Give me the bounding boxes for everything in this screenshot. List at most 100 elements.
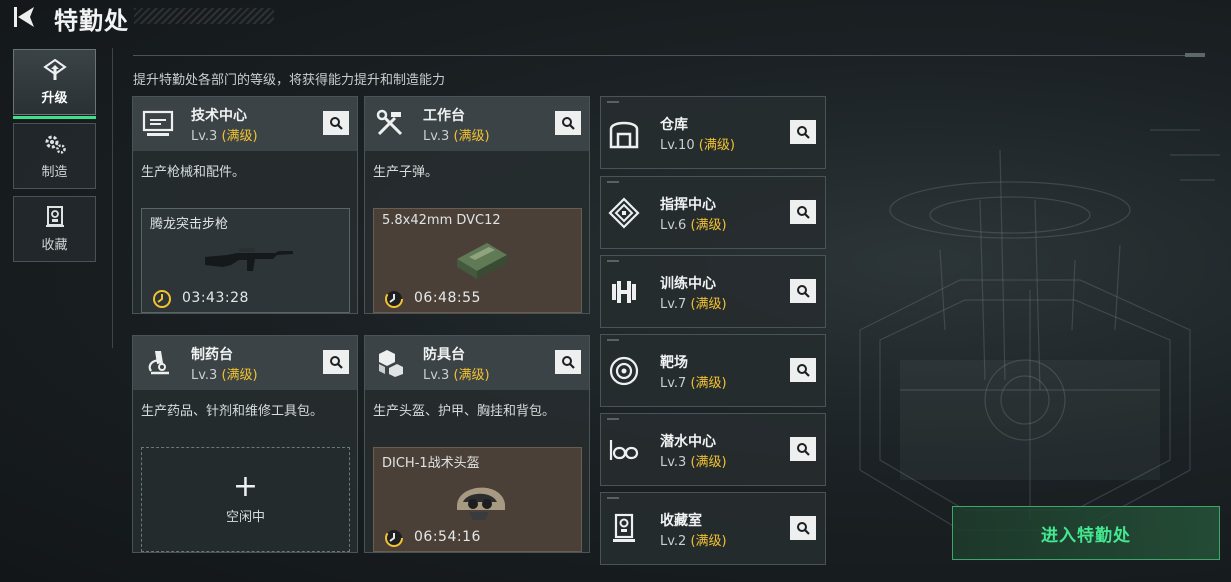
card-workbench[interactable]: 工作台 Lv.3 (满级) 生产子弹。 5.8x42mm DVC12 06:48…	[364, 96, 590, 314]
production-timer: 06:48:55	[414, 290, 481, 306]
search-icon	[797, 206, 810, 219]
facility-name: 指挥中心	[660, 197, 716, 213]
enter-base-button[interactable]: 进入特勤处	[952, 506, 1220, 560]
facility-warehouse[interactable]: 仓库 Lv.10 (满级)	[600, 96, 826, 169]
facility-level: Lv.3 (满级)	[660, 455, 727, 470]
search-icon	[330, 117, 343, 130]
facility-level: Lv.3 (满级)	[423, 368, 490, 383]
target-icon	[609, 356, 639, 386]
idle-label: 空闲中	[225, 510, 265, 525]
inspect-button[interactable]	[790, 120, 816, 144]
timer-icon	[385, 529, 403, 547]
search-icon	[797, 364, 810, 377]
card-header: 技术中心 Lv.3 (满级)	[133, 97, 357, 151]
search-icon	[797, 285, 810, 298]
inspect-button[interactable]	[323, 111, 349, 135]
card-tech-center[interactable]: 技术中心 Lv.3 (满级) 生产枪械和配件。 腾龙突击步枪 03:43:28	[132, 96, 358, 314]
facility-command-center[interactable]: 指挥中心 Lv.6 (满级)	[600, 176, 826, 249]
header-divider	[133, 55, 1205, 56]
facility-name: 防具台	[423, 347, 465, 363]
enter-base-label: 进入特勤处	[1041, 525, 1131, 546]
facility-name: 靶场	[660, 355, 688, 371]
facility-level: Lv.2 (满级)	[660, 534, 727, 549]
monitor-icon	[142, 110, 174, 136]
tab-collection-label: 收藏	[41, 237, 68, 253]
upgrade-icon	[42, 58, 67, 80]
inspect-button[interactable]	[790, 279, 816, 303]
trophy-case-icon	[613, 513, 635, 542]
card-header: 防具台 Lv.3 (满级)	[365, 336, 589, 390]
search-icon	[562, 117, 575, 130]
production-slot[interactable]: 腾龙突击步枪 03:43:28	[141, 208, 350, 313]
title-decoration	[134, 8, 274, 24]
helmet-image	[457, 487, 505, 520]
facility-name: 制药台	[191, 347, 233, 363]
facility-name: 工作台	[423, 108, 465, 124]
nav-divider	[112, 48, 113, 348]
tab-upgrade[interactable]: 升级	[13, 49, 96, 119]
facility-level: Lv.3 (满级)	[191, 129, 258, 144]
dumbbell-icon	[612, 281, 636, 303]
page-title: 特勤处	[54, 7, 129, 35]
production-slot[interactable]: 5.8x42mm DVC12 06:48:55	[373, 208, 582, 313]
search-icon	[797, 443, 810, 456]
card-armor-bench[interactable]: 防具台 Lv.3 (满级) 生产头盔、护甲、胸挂和背包。 DICH-1战术头盔 …	[364, 335, 590, 553]
production-item-name: 腾龙突击步枪	[150, 217, 229, 232]
tab-upgrade-label: 升级	[41, 90, 68, 106]
facility-description: 生产药品、针剂和维修工具包。	[141, 404, 324, 419]
facility-trophy-room[interactable]: 收藏室 Lv.2 (满级)	[600, 492, 826, 565]
facility-level: Lv.7 (满级)	[660, 297, 727, 312]
search-icon	[330, 356, 343, 369]
facility-name: 仓库	[660, 117, 688, 133]
inspect-button[interactable]	[790, 200, 816, 224]
tab-craft[interactable]: 制造	[13, 123, 96, 189]
facility-training-center[interactable]: 训练中心 Lv.7 (满级)	[600, 255, 826, 328]
armor-cubes-icon	[379, 350, 403, 377]
back-arrow-icon[interactable]	[12, 5, 40, 29]
header-divider-accent	[1185, 53, 1205, 57]
timer-icon	[153, 290, 171, 308]
card-pharmacy[interactable]: 制药台 Lv.3 (满级) 生产药品、针剂和维修工具包。 + 空闲中	[132, 335, 358, 553]
facility-diving-center[interactable]: 潜水中心 Lv.3 (满级)	[600, 413, 826, 486]
facility-name: 技术中心	[191, 108, 247, 124]
command-center-icon	[608, 197, 640, 229]
idle-production-slot[interactable]: + 空闲中	[141, 447, 350, 552]
facility-level: Lv.3 (满级)	[191, 368, 258, 383]
production-slot[interactable]: DICH-1战术头盔 06:54:16	[373, 447, 582, 552]
inspect-button[interactable]	[790, 358, 816, 382]
inspect-button[interactable]	[790, 516, 816, 540]
search-icon	[797, 126, 810, 139]
facility-name: 潜水中心	[660, 434, 716, 450]
gears-icon	[45, 135, 66, 154]
facility-description: 生产子弹。	[373, 165, 439, 180]
production-timer: 03:43:28	[182, 290, 249, 306]
facility-level: Lv.3 (满级)	[423, 129, 490, 144]
tab-collection[interactable]: 收藏	[13, 196, 96, 262]
production-timer: 06:54:16	[414, 529, 481, 545]
production-item-name: 5.8x42mm DVC12	[382, 213, 501, 228]
facility-level: Lv.10 (满级)	[660, 138, 735, 153]
inspect-button[interactable]	[555, 111, 581, 135]
facility-shooting-range[interactable]: 靶场 Lv.7 (满级)	[600, 334, 826, 407]
hammer-wrench-icon	[376, 109, 403, 136]
facility-level: Lv.7 (满级)	[660, 376, 727, 391]
collection-icon	[45, 205, 64, 227]
tab-craft-label: 制造	[41, 164, 68, 180]
inspect-button[interactable]	[790, 437, 816, 461]
search-icon	[797, 522, 810, 535]
microscope-icon	[148, 351, 169, 375]
facility-description: 生产枪械和配件。	[141, 165, 246, 180]
facility-level: Lv.6 (满级)	[660, 218, 727, 233]
inspect-button[interactable]	[555, 350, 581, 374]
production-item-name: DICH-1战术头盔	[382, 456, 480, 471]
rifle-image	[205, 248, 293, 271]
card-header: 制药台 Lv.3 (满级)	[133, 336, 357, 390]
add-production-plus: +	[232, 469, 259, 504]
card-header: 工作台 Lv.3 (满级)	[365, 97, 589, 151]
facility-name: 训练中心	[660, 276, 716, 292]
ammo-box-image	[457, 243, 507, 279]
inspect-button[interactable]	[323, 350, 349, 374]
facility-name: 收藏室	[660, 513, 702, 529]
section-description: 提升特勤处各部门的等级，将获得能力提升和制造能力	[133, 73, 446, 88]
search-icon	[562, 356, 575, 369]
